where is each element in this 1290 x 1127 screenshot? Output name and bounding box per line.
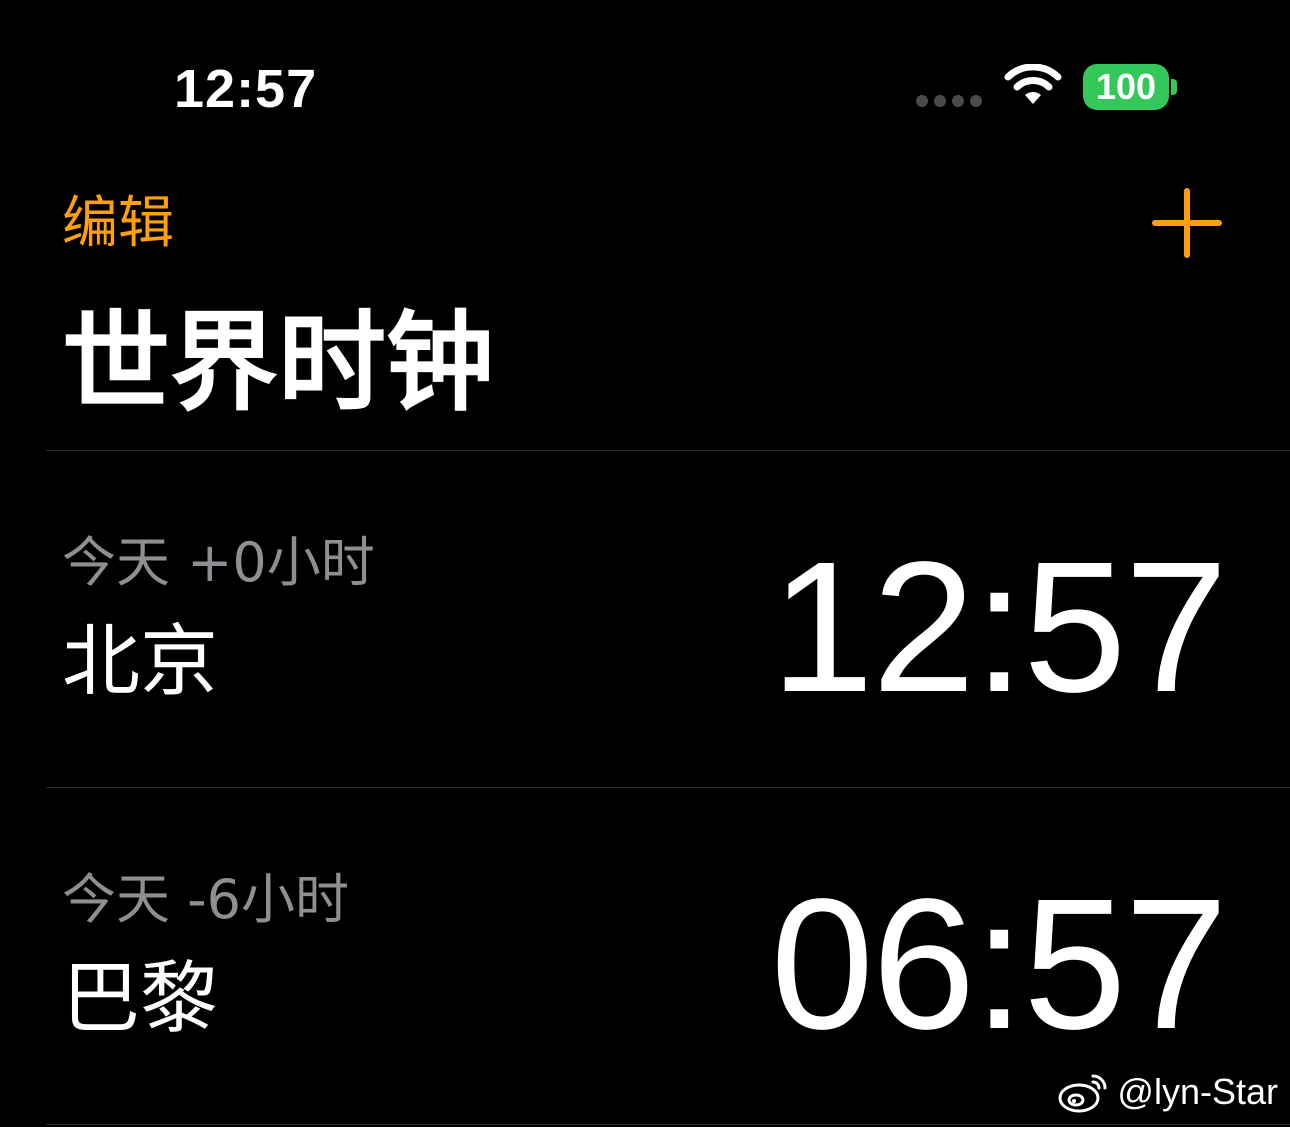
time-offset-label: 今天 +0小时 xyxy=(62,531,375,594)
time-offset-label: 今天 -6小时 xyxy=(62,868,350,931)
edit-button[interactable]: 编辑 xyxy=(62,192,174,256)
battery-tip xyxy=(1171,79,1177,95)
page-title: 世界时钟 xyxy=(62,301,495,426)
plus-icon[interactable] xyxy=(1152,188,1222,258)
status-bar-time: 12:57 xyxy=(174,59,318,119)
city-name: 巴黎 xyxy=(62,954,219,1044)
weibo-icon xyxy=(1058,1074,1107,1113)
watermark: @lyn-Star xyxy=(1057,1070,1278,1114)
clock-time: 12:57 xyxy=(770,524,1228,731)
watermark-handle: @lyn-Star xyxy=(1117,1071,1278,1112)
cellular-signal-icon xyxy=(916,95,982,107)
city-name: 北京 xyxy=(62,617,219,707)
divider xyxy=(46,1124,1290,1125)
wifi-icon xyxy=(1004,64,1062,104)
clock-row-beijing[interactable]: 今天 +0小时 北京 12:57 xyxy=(0,451,1290,787)
clock-time: 06:57 xyxy=(770,861,1228,1068)
battery-indicator: 100 xyxy=(1083,64,1169,110)
world-clock-screen: 12:57 100 编辑 世界时钟 今天 +0小时 北京 12:57 今天 -6… xyxy=(0,0,1290,1127)
